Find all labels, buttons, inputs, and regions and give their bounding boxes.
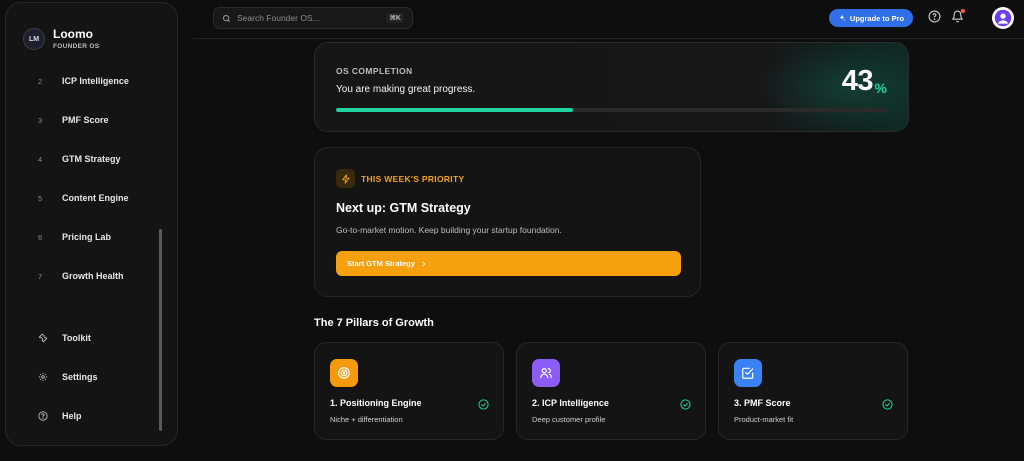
priority-title: Next up: GTM Strategy bbox=[336, 201, 471, 215]
nav-number: 5 bbox=[38, 193, 43, 203]
sidebar-item-icp-intelligence[interactable]: 2 ICP Intelligence bbox=[6, 70, 156, 92]
pillar-title: 3. PMF Score bbox=[734, 398, 791, 408]
completion-progress-bar bbox=[336, 108, 888, 112]
help-icon bbox=[38, 411, 62, 421]
check-square-icon bbox=[734, 359, 762, 387]
completion-percent: 43 bbox=[841, 65, 874, 97]
nav-number: 7 bbox=[38, 271, 43, 281]
sidebar-item-pricing-lab[interactable]: 6 Pricing Lab bbox=[6, 226, 156, 248]
nav-label: Growth Health bbox=[62, 271, 124, 281]
pillar-subtitle: Niche + differentiation bbox=[330, 415, 403, 424]
app-subtitle: FOUNDER OS bbox=[53, 43, 100, 50]
target-icon bbox=[330, 359, 358, 387]
nav-label: Toolkit bbox=[62, 333, 91, 343]
nav-label: Pricing Lab bbox=[62, 232, 112, 242]
logo: LM bbox=[23, 28, 45, 50]
brand[interactable]: LM Loomo FOUNDER OS bbox=[23, 28, 99, 50]
avatar[interactable] bbox=[992, 7, 1014, 29]
weekly-priority-card: THIS WEEK'S PRIORITY Next up: GTM Strate… bbox=[314, 147, 701, 297]
topbar-divider bbox=[193, 38, 1024, 39]
users-icon bbox=[532, 359, 560, 387]
check-circle-icon bbox=[882, 397, 893, 415]
sidebar-item-gtm-strategy[interactable]: 4 GTM Strategy bbox=[6, 148, 156, 170]
upgrade-label: Upgrade to Pro bbox=[849, 13, 905, 23]
start-button-label: Start GTM Strategy bbox=[347, 259, 415, 268]
help-circle-icon[interactable] bbox=[928, 10, 941, 28]
sidebar-item-content-engine[interactable]: 5 Content Engine bbox=[6, 187, 156, 209]
pillar-card-positioning-engine[interactable]: 1. Positioning Engine Niche + differenti… bbox=[314, 342, 504, 440]
nav-number: 4 bbox=[38, 154, 43, 164]
wrench-icon bbox=[38, 333, 62, 343]
priority-eyebrow: THIS WEEK'S PRIORITY bbox=[361, 174, 465, 184]
pillar-title: 1. Positioning Engine bbox=[330, 398, 422, 408]
nav-label: PMF Score bbox=[62, 115, 109, 125]
pillar-card-pmf-score[interactable]: 3. PMF Score Product-market fit bbox=[718, 342, 908, 440]
pillars-title: The 7 Pillars of Growth bbox=[314, 317, 434, 329]
pillar-card-icp-intelligence[interactable]: 2. ICP Intelligence Deep customer profil… bbox=[516, 342, 706, 440]
completion-percent-sign: % bbox=[874, 80, 887, 96]
nav-number: 2 bbox=[38, 76, 43, 86]
priority-description: Go-to-market motion. Keep building your … bbox=[336, 225, 562, 235]
completion-eyebrow: OS COMPLETION bbox=[336, 66, 413, 76]
sparkle-icon bbox=[838, 14, 846, 22]
nav-label: ICP Intelligence bbox=[62, 76, 129, 86]
nav-label: Settings bbox=[62, 372, 98, 382]
nav-label: Help bbox=[62, 411, 82, 421]
os-completion-card: OS COMPLETION You are making great progr… bbox=[314, 42, 909, 132]
search-bar[interactable]: ⌘K bbox=[213, 7, 413, 29]
completion-progress-fill bbox=[336, 108, 574, 112]
search-icon bbox=[222, 14, 231, 23]
check-circle-icon bbox=[680, 397, 691, 415]
notification-dot bbox=[961, 9, 965, 13]
app-name: Loomo bbox=[53, 27, 93, 41]
sidebar: LM Loomo FOUNDER OS 2 ICP Intelligence 3… bbox=[5, 2, 178, 446]
lightning-icon bbox=[336, 169, 355, 188]
start-gtm-strategy-button[interactable]: Start GTM Strategy bbox=[336, 251, 681, 276]
sidebar-item-settings[interactable]: Settings bbox=[6, 366, 156, 388]
sidebar-item-help[interactable]: Help bbox=[6, 405, 156, 427]
sidebar-scrollbar[interactable] bbox=[159, 229, 162, 431]
check-circle-icon bbox=[478, 397, 489, 415]
pillar-subtitle: Product-market fit bbox=[734, 415, 794, 424]
gear-icon bbox=[38, 372, 62, 382]
completion-message: You are making great progress. bbox=[336, 84, 476, 95]
pillar-subtitle: Deep customer profile bbox=[532, 415, 606, 424]
sidebar-item-growth-health[interactable]: 7 Growth Health bbox=[6, 265, 156, 287]
upgrade-button[interactable]: Upgrade to Pro bbox=[829, 9, 913, 27]
nav-number: 6 bbox=[38, 232, 43, 242]
nav-label: GTM Strategy bbox=[62, 154, 121, 164]
search-input[interactable] bbox=[237, 13, 377, 23]
sidebar-item-toolkit[interactable]: Toolkit bbox=[6, 327, 156, 349]
pillar-title: 2. ICP Intelligence bbox=[532, 398, 609, 408]
chevron-right-icon bbox=[420, 260, 428, 268]
nav-label: Content Engine bbox=[62, 193, 129, 203]
sidebar-item-pmf-score[interactable]: 3 PMF Score bbox=[6, 109, 156, 131]
nav-number: 3 bbox=[38, 115, 43, 125]
search-shortcut: ⌘K bbox=[386, 13, 404, 23]
